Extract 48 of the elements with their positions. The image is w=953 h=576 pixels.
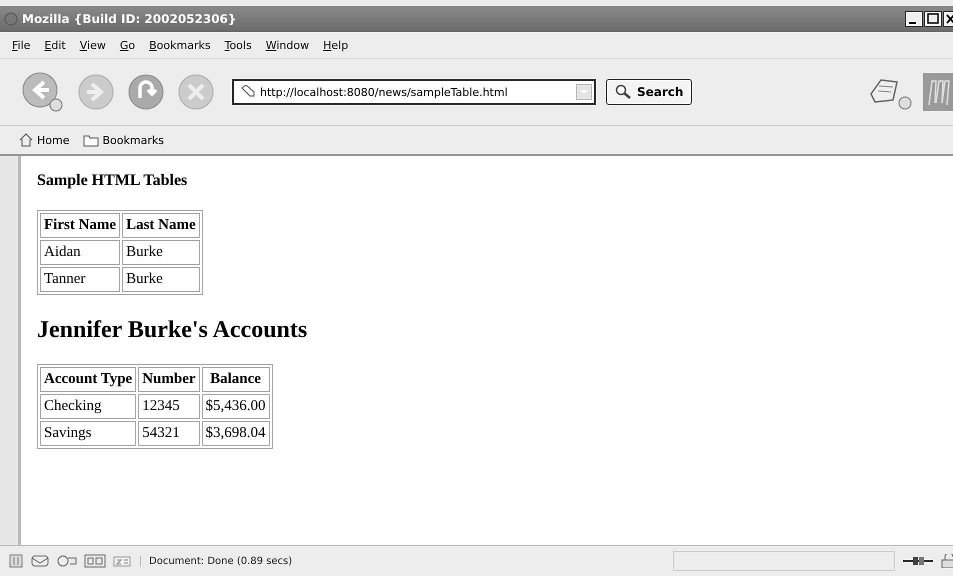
table-cell: Burke <box>122 267 200 292</box>
menu-item[interactable]: Go <box>120 38 136 52</box>
app-icon <box>4 12 18 26</box>
address-field[interactable]: http://localhost:8080/news/sampleTable.html <box>232 79 596 105</box>
bookmarks-button[interactable]: Bookmarks <box>79 131 168 149</box>
home-button[interactable]: Home <box>14 131 74 149</box>
minimize-icon[interactable] <box>905 11 923 27</box>
connection-icon <box>903 554 933 568</box>
table-cell: Aidan <box>40 240 120 265</box>
status-text: Document: Done (0.89 secs) <box>140 556 649 566</box>
menu-item[interactable]: Edit <box>44 38 66 52</box>
page-heading: Sample HTML Tables <box>37 172 188 190</box>
table-cell: 54321 <box>138 421 200 446</box>
table-cell: 12345 <box>138 394 200 419</box>
menu-item[interactable]: Bookmarks <box>149 38 211 52</box>
column-header: Account Type <box>40 367 136 392</box>
window-title: Mozilla {Build ID: 2002052306} <box>22 12 238 26</box>
column-header: First Name <box>40 213 120 238</box>
maximize-icon[interactable] <box>924 11 942 27</box>
stop-button[interactable] <box>176 72 216 112</box>
table-cell: $5,436.00 <box>202 394 270 419</box>
table-cell: Burke <box>122 240 200 265</box>
search-icon <box>615 84 633 100</box>
forward-button[interactable] <box>76 72 116 112</box>
folder-icon <box>83 133 100 147</box>
throbber-icon <box>923 73 953 111</box>
column-header: Number <box>138 367 200 392</box>
column-header: Balance <box>202 367 270 392</box>
menu-item[interactable]: View <box>80 38 106 52</box>
search-button[interactable]: Search <box>606 79 692 105</box>
table-cell: Savings <box>40 421 136 446</box>
menu-item[interactable]: Window <box>266 38 310 52</box>
sidebar-grip[interactable] <box>0 156 21 545</box>
menu-item[interactable]: Tools <box>224 38 252 52</box>
close-icon[interactable] <box>943 11 953 27</box>
mail-icon[interactable] <box>30 554 50 568</box>
column-header: Last Name <box>122 213 200 238</box>
navigator-icon[interactable] <box>8 554 24 568</box>
reload-button[interactable] <box>126 72 166 112</box>
table-cell: Tanner <box>40 267 120 292</box>
dropdown-icon[interactable] <box>576 84 592 100</box>
table-cell: $3,698.04 <box>202 421 270 446</box>
menu-item[interactable]: File <box>12 38 30 52</box>
table-cell: Checking <box>40 394 136 419</box>
section-heading: Jennifer Burke's Accounts <box>37 317 308 344</box>
menu-item[interactable]: Help <box>323 38 348 52</box>
lock-icon <box>941 554 953 568</box>
house-icon <box>18 133 34 147</box>
